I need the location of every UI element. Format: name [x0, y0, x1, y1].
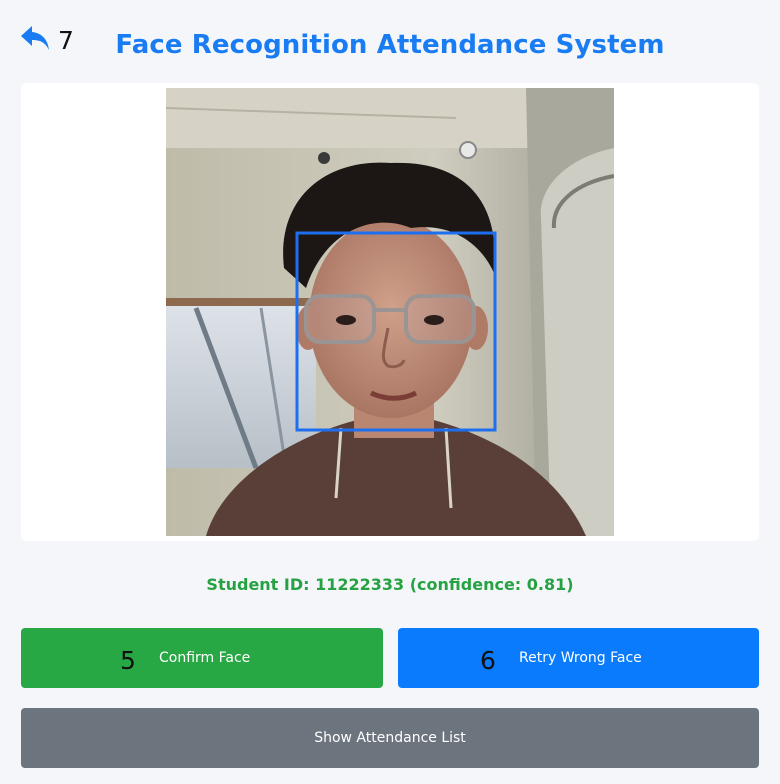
confirm-face-label: Confirm Face	[159, 650, 251, 666]
show-attendance-list-label: Show Attendance List	[314, 730, 466, 746]
show-attendance-list-button[interactable]: Show Attendance List	[21, 708, 759, 768]
confirm-face-button[interactable]: Confirm Face	[21, 628, 383, 688]
retry-wrong-face-label: Retry Wrong Face	[519, 650, 642, 666]
camera-card	[21, 83, 759, 541]
camera-image	[166, 88, 614, 536]
recognition-status: Student ID: 11222333 (confidence: 0.81)	[206, 575, 574, 594]
camera-feed	[166, 88, 614, 536]
confirm-shortcut-badge: 5	[120, 646, 136, 675]
retry-wrong-face-button[interactable]: Retry Wrong Face	[398, 628, 759, 688]
page-title: Face Recognition Attendance System	[115, 30, 665, 60]
retry-shortcut-badge: 6	[480, 646, 496, 675]
